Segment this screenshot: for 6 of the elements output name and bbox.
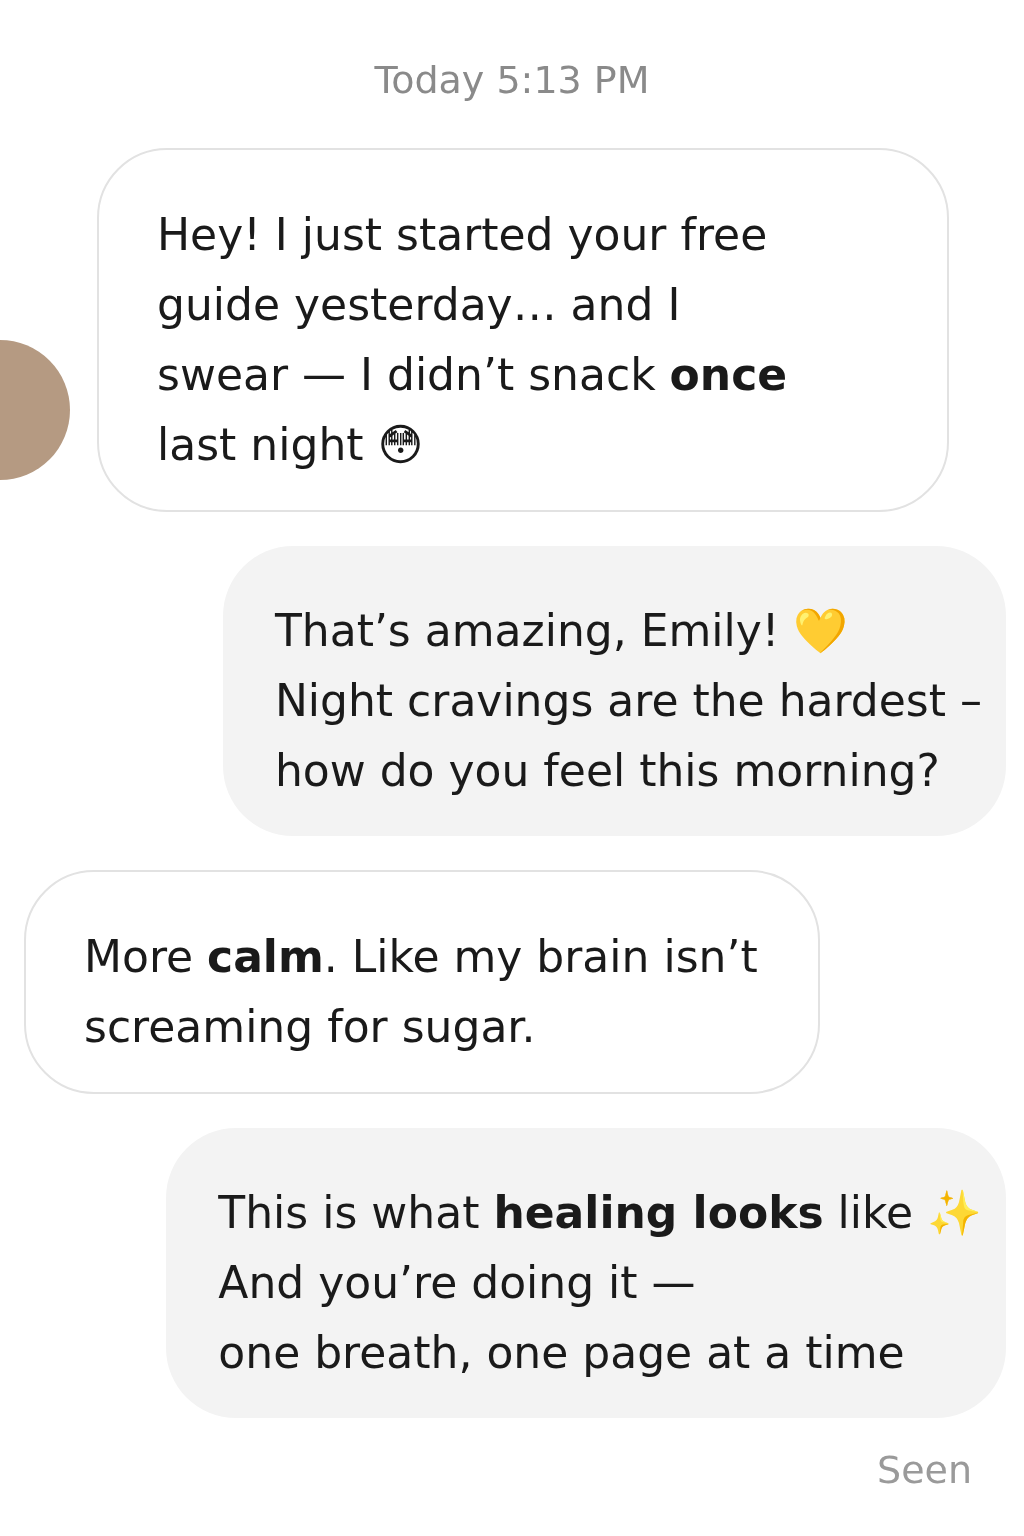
seen-status: Seen [876,1448,973,1492]
timestamp: Today 5:13 PM [373,58,651,102]
message-text: This is what healing looks like ✨ And you’re doing it — one breath, one page at a time [218,1186,982,1380]
message-text: Hey! I just started your free guide yesterday… and I swear — I didn’t snack once last night 😳 [157,208,789,472]
message-text: That’s amazing, Emily! 💛 Night cravings are the hardest – how do you feel this morning? [274,604,982,798]
message-text: More calm. Like my brain isn’t screaming for sugar. [84,930,758,1054]
